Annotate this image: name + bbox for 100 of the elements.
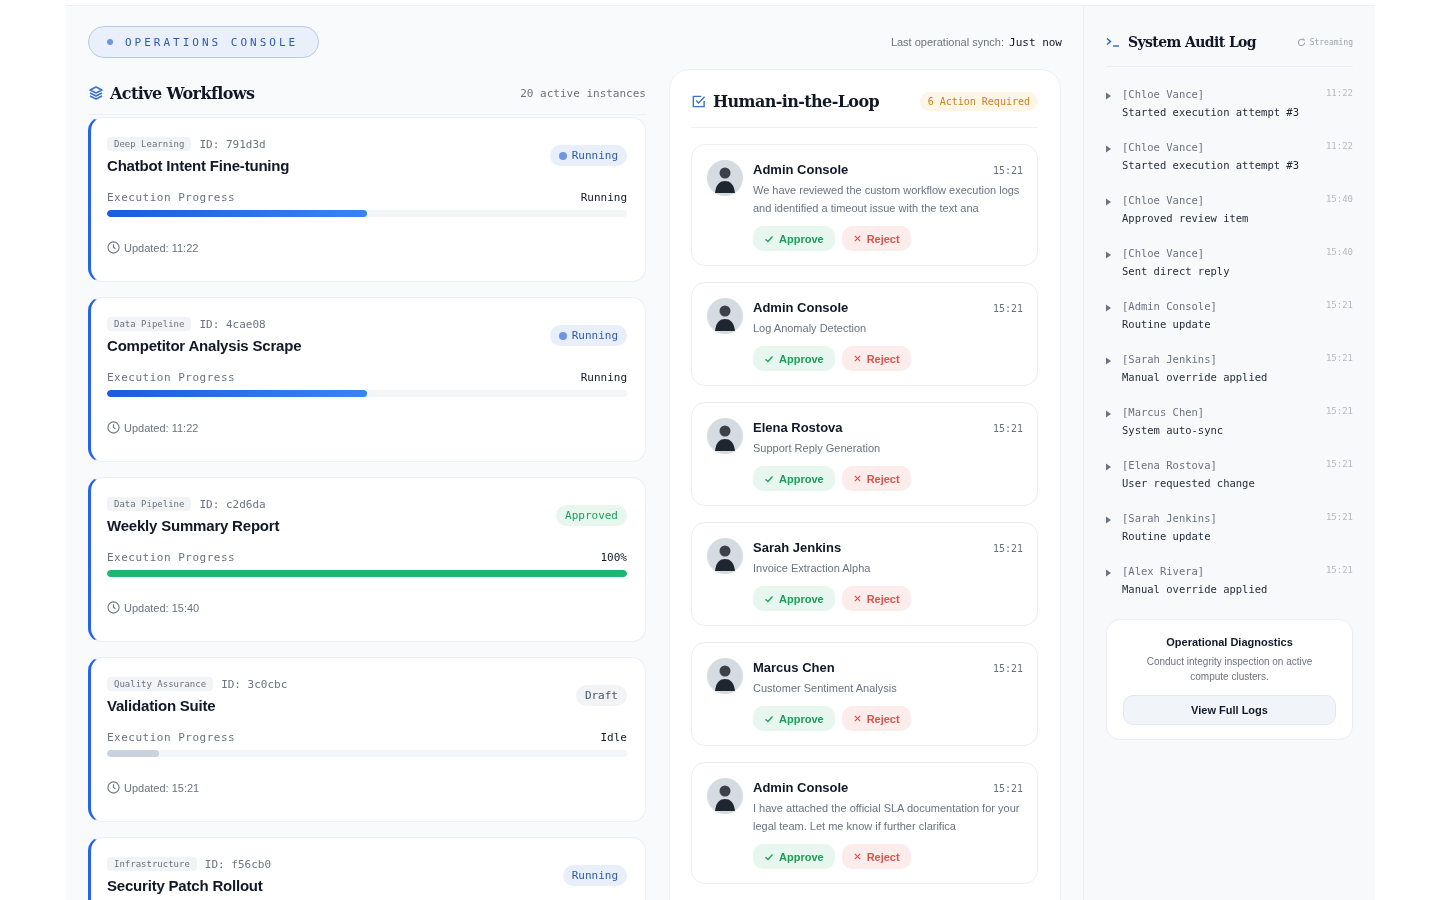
avatar bbox=[707, 538, 743, 574]
avatar bbox=[707, 778, 743, 814]
log-message: Approved review item bbox=[1122, 212, 1250, 224]
progress-value: Running bbox=[580, 371, 627, 384]
view-logs-button[interactable]: View Full Logs bbox=[1123, 695, 1336, 725]
close-icon bbox=[852, 354, 862, 363]
updated-time: Updated: 11:22 bbox=[124, 241, 199, 254]
avatar bbox=[707, 160, 743, 196]
log-message: Started execution attempt #3 bbox=[1122, 106, 1300, 118]
close-icon bbox=[852, 234, 862, 243]
log-message: Manual override applied bbox=[1122, 371, 1269, 383]
workflow-card[interactable]: Data Pipeline ID: 4cae08 Competitor Analysis Scrape Running Execution Progress Running Updated: 11:22 bbox=[88, 297, 646, 462]
checkbox-icon bbox=[691, 94, 706, 109]
requester-name: Admin Console bbox=[753, 162, 849, 177]
workflow-id: ID: 791d3d bbox=[199, 137, 266, 151]
status-badge: Draft bbox=[575, 685, 627, 706]
request-time: 15:21 bbox=[992, 783, 1023, 794]
bullet-icon bbox=[1106, 304, 1111, 312]
log-actor: [Chloe Vance] bbox=[1122, 88, 1205, 100]
approve-button[interactable]: Approve bbox=[753, 844, 835, 869]
diagnostics-title: Operational Diagnostics bbox=[1165, 636, 1294, 648]
request-text: Log Anomaly Detection bbox=[753, 321, 868, 336]
requester-name: Sarah Jenkins bbox=[753, 540, 842, 555]
bullet-icon bbox=[1106, 357, 1111, 365]
check-icon bbox=[764, 593, 774, 604]
category-tag: Data Pipeline bbox=[107, 317, 192, 331]
close-icon bbox=[852, 474, 862, 483]
reject-button[interactable]: Reject bbox=[841, 706, 911, 731]
reject-button[interactable]: Reject bbox=[841, 844, 911, 869]
request-time: 15:21 bbox=[992, 303, 1023, 314]
reject-button[interactable]: Reject bbox=[841, 226, 911, 251]
check-icon bbox=[764, 713, 774, 724]
approve-button[interactable]: Approve bbox=[753, 466, 835, 491]
instance-count: 20 active instances bbox=[520, 86, 646, 100]
workflow-card[interactable]: Infrastructure ID: f56cb0 Security Patch Rollout Running bbox=[88, 837, 646, 900]
check-icon bbox=[764, 353, 774, 364]
approve-button[interactable]: Approve bbox=[753, 346, 835, 371]
clock-icon bbox=[107, 781, 120, 794]
log-message: User requested change bbox=[1122, 477, 1256, 489]
bullet-icon bbox=[1106, 145, 1111, 153]
request-text: I have attached the official SLA documentation for your legal team. Let me know if further clarifica bbox=[753, 801, 1021, 834]
check-icon bbox=[764, 233, 774, 244]
section-title: Human-in-the-Loop bbox=[713, 92, 880, 111]
request-time: 15:21 bbox=[992, 423, 1023, 434]
request-text: Invoice Extraction Alpha bbox=[753, 561, 872, 576]
log-time: 15:21 bbox=[1325, 300, 1353, 312]
clock-icon bbox=[107, 241, 120, 254]
close-icon bbox=[852, 594, 862, 603]
requester-name: Marcus Chen bbox=[753, 660, 835, 675]
workflow-title: Security Patch Rollout bbox=[107, 877, 264, 894]
workflow-title: Chatbot Intent Fine-tuning bbox=[107, 157, 290, 174]
workflow-card[interactable]: Deep Learning ID: 791d3d Chatbot Intent Fine-tuning Running Execution Progress Running Updated: 11:22 bbox=[88, 117, 646, 282]
log-actor: [Sarah Jenkins] bbox=[1122, 512, 1217, 524]
avatar bbox=[707, 418, 743, 454]
reject-button[interactable]: Reject bbox=[841, 586, 911, 611]
workflow-id: ID: f56cb0 bbox=[204, 857, 272, 871]
approve-button[interactable]: Approve bbox=[753, 706, 835, 731]
updated-time: Updated: 11:22 bbox=[124, 421, 199, 434]
progress-label: Execution Progress bbox=[107, 371, 236, 384]
bullet-icon bbox=[1106, 463, 1111, 471]
layers-icon bbox=[88, 85, 104, 101]
progress-label: Execution Progress bbox=[107, 191, 236, 204]
progress-value: Running bbox=[580, 191, 627, 204]
log-actor: [Chloe Vance] bbox=[1122, 247, 1205, 259]
avatar bbox=[707, 658, 743, 694]
reject-button[interactable]: Reject bbox=[841, 466, 911, 491]
workflow-card[interactable]: Data Pipeline ID: c2d6da Weekly Summary Report Approved Execution Progress 100% Updated: 15:40 bbox=[88, 477, 646, 642]
category-tag: Infrastructure bbox=[107, 857, 197, 871]
refresh-icon bbox=[1296, 37, 1306, 47]
approve-button[interactable]: Approve bbox=[753, 586, 835, 611]
log-actor: [Alex Rivera] bbox=[1122, 565, 1205, 577]
log-actor: [Marcus Chen] bbox=[1122, 406, 1205, 418]
requester-name: Admin Console bbox=[753, 780, 849, 795]
log-message: Sent direct reply bbox=[1122, 265, 1231, 277]
workflow-title: Validation Suite bbox=[107, 697, 217, 714]
log-time: 15:40 bbox=[1325, 247, 1353, 259]
status-badge: Running bbox=[549, 325, 627, 346]
log-actor: [Chloe Vance] bbox=[1122, 141, 1205, 153]
progress-value: Idle bbox=[600, 731, 627, 744]
bullet-icon bbox=[1106, 516, 1111, 524]
check-icon bbox=[764, 851, 774, 862]
request-time: 15:21 bbox=[992, 543, 1023, 554]
workflow-card[interactable]: Quality Assurance ID: 3c0cbc Validation Suite Draft Execution Progress Idle Updated: 15:21 bbox=[88, 657, 646, 822]
log-time: 15:21 bbox=[1325, 512, 1353, 524]
log-time: 11:22 bbox=[1325, 88, 1353, 100]
action-badge: 6 Action Required bbox=[919, 92, 1038, 111]
workflow-title: Competitor Analysis Scrape bbox=[107, 337, 302, 354]
progress-label: Execution Progress bbox=[107, 731, 236, 744]
sidebar-title: System Audit Log bbox=[1128, 34, 1257, 50]
category-tag: Data Pipeline bbox=[107, 497, 192, 511]
console-badge: OPERATIONS CONSOLE bbox=[88, 26, 320, 58]
avatar bbox=[707, 298, 743, 334]
workflow-id: ID: c2d6da bbox=[199, 497, 266, 511]
diagnostics-text: Conduct integrity inspection on active compute clusters. bbox=[1145, 655, 1314, 684]
bullet-icon bbox=[1106, 198, 1111, 206]
bullet-icon bbox=[1106, 92, 1111, 100]
approve-button[interactable]: Approve bbox=[753, 226, 835, 251]
log-actor: [Elena Rostova] bbox=[1122, 459, 1217, 471]
reject-button[interactable]: Reject bbox=[841, 346, 911, 371]
progress-value: 100% bbox=[600, 551, 627, 564]
